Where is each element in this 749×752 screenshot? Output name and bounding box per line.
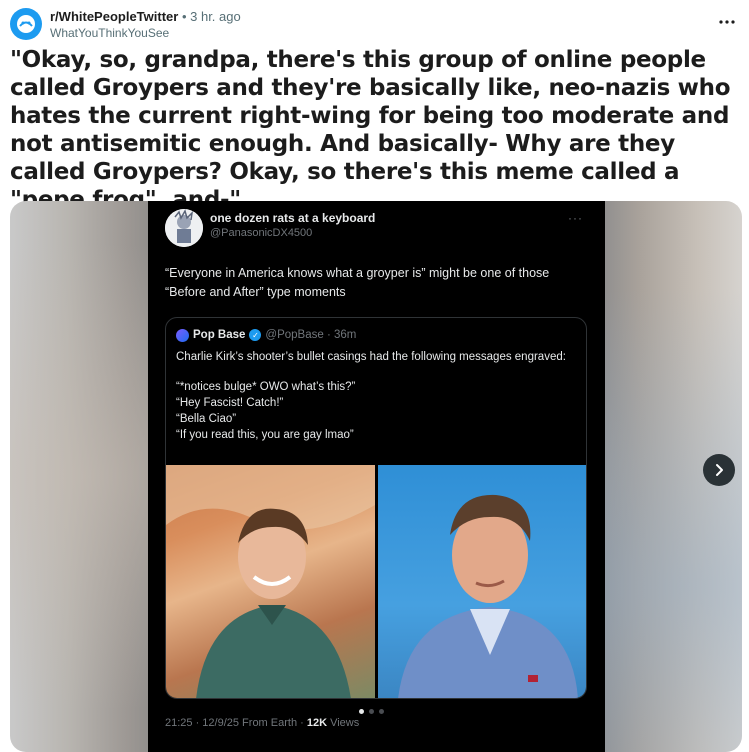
quote-line: “Hey Fascist! Catch!” [176, 397, 284, 409]
carousel-dot[interactable] [369, 709, 374, 714]
quote-line-spacer [176, 365, 576, 379]
quoted-tweet: Pop Base ✓ @PopBase · 36m Charlie Kirk’s… [165, 317, 587, 699]
more-horizontal-icon [719, 20, 735, 24]
tweet-avatar [165, 209, 203, 247]
carousel-dot[interactable] [379, 709, 384, 714]
tweet-footer: 21:25 · 12/9/25 From Earth · 12K Views [165, 717, 359, 729]
more-options-button[interactable] [716, 12, 738, 32]
post-header: r/WhitePeopleTwitter • 3 hr. ago WhatYou… [10, 8, 740, 42]
tweet-more-icon: ··· [568, 211, 583, 225]
carousel-next-button[interactable] [703, 454, 735, 486]
media-gallery[interactable]: one dozen rats at a keyboard @PanasonicD… [10, 201, 742, 752]
tweet-text: “Everyone in America knows what a groype… [165, 266, 550, 299]
tweet-author-name: one dozen rats at a keyboard [210, 211, 376, 225]
quote-handle-time: @PopBase · 36m [265, 329, 357, 341]
subreddit-line: r/WhitePeopleTwitter • 3 hr. ago [50, 9, 241, 24]
quote-header: Pop Base ✓ @PopBase · 36m [176, 327, 356, 343]
popbase-logo-icon [176, 328, 189, 342]
tweet-views-label: Views [327, 717, 360, 729]
carousel-dots [359, 709, 384, 714]
tweet-views-count: 12K [306, 717, 328, 729]
post-title[interactable]: "Okay, so, grandpa, there's this group o… [10, 46, 738, 214]
quote-line: “*notices bulge* OWO what’s this?” [176, 381, 356, 393]
chevron-right-icon [716, 464, 723, 476]
quote-line: Charlie Kirk’s shooter’s bullet casings … [176, 351, 566, 363]
quote-line: “If you read this, you are gay lmao” [176, 429, 354, 441]
quote-photo-right [378, 465, 586, 698]
quote-line: “Bella Ciao” [176, 413, 237, 425]
quote-photo-left [166, 465, 375, 698]
carousel-dot-active[interactable] [359, 709, 364, 714]
tweet-screenshot: one dozen rats at a keyboard @PanasonicD… [148, 201, 605, 752]
verified-badge-icon: ✓ [249, 329, 262, 341]
post-time: • 3 hr. ago [181, 9, 241, 24]
subreddit-avatar-icon[interactable] [10, 8, 42, 40]
quote-text: Charlie Kirk’s shooter’s bullet casings … [176, 349, 576, 443]
subreddit-link[interactable]: r/WhitePeopleTwitter [50, 9, 178, 24]
quote-author-name: Pop Base [193, 329, 246, 341]
tweet-timestamp: 21:25 · 12/9/25 From Earth · [165, 717, 307, 729]
tweet-author-handle: @PanasonicDX4500 [210, 227, 313, 239]
post-author[interactable]: WhatYouThinkYouSee [50, 26, 169, 40]
